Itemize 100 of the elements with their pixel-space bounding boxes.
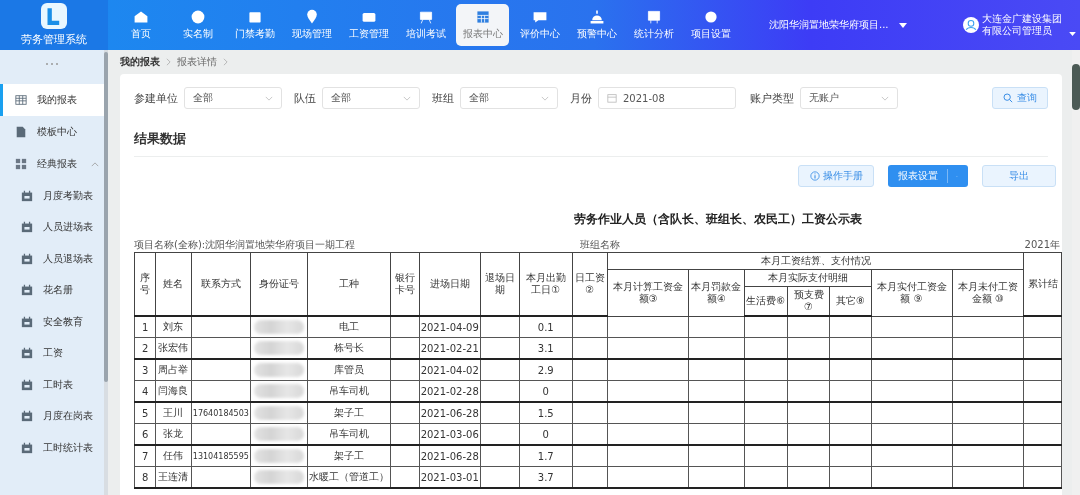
scrollbar-thumb[interactable]: [1072, 64, 1080, 110]
table-cell: 2021-03-06: [419, 423, 481, 445]
table-cell: 2021-03-01: [419, 466, 481, 488]
nav-tab[interactable]: 工资管理: [342, 4, 395, 46]
calendar-icon: [21, 441, 33, 454]
table-cell: 17640184503: [191, 402, 251, 424]
column-header: 进场日期: [419, 252, 481, 316]
table-cell: 2.9: [519, 359, 573, 381]
table-cell: 王川: [155, 402, 192, 424]
column-header: 本月出勤工日①: [519, 252, 573, 316]
table-cell: 张宏伟: [155, 337, 192, 359]
table-cell: 2021-04-02: [419, 359, 481, 381]
table-cell: 8: [134, 466, 156, 488]
user-name[interactable]: 大连金广建设集团有限公司管理员: [982, 13, 1066, 37]
table-cell: 架子工: [307, 445, 391, 467]
blurred-id: [253, 363, 305, 377]
sidebar-item[interactable]: 工时统计表: [0, 432, 104, 464]
sidebar-item[interactable]: 工资: [0, 337, 104, 369]
nav-tab[interactable]: 评价中心: [513, 4, 566, 46]
blurred-id: [253, 341, 305, 355]
table-cell: 6: [134, 423, 156, 445]
sidebar-item[interactable]: 安全教育: [0, 306, 104, 338]
table-cell: 闫海良: [155, 380, 192, 402]
easel-icon: [417, 9, 434, 25]
section-title: 结果数据: [134, 130, 1048, 157]
calendar-icon: [21, 221, 33, 234]
nav-tab[interactable]: 门禁考勤: [228, 4, 281, 46]
table-cell: 水暖工（管道工）: [307, 466, 391, 488]
filter-label: 月份: [570, 90, 592, 106]
nav-tab[interactable]: 报表中心: [456, 4, 509, 46]
blurred-id: [253, 470, 305, 484]
table-cell: 2021-06-28: [419, 402, 481, 424]
select-field[interactable]: 全部: [460, 87, 558, 109]
table-cell: 2021-04-09: [419, 316, 481, 338]
sidebar-item[interactable]: 人员退场表: [0, 243, 104, 275]
column-header: 本月实付工资金额 ⑨: [871, 269, 952, 316]
filter-label: 账户类型: [750, 90, 794, 106]
select-field[interactable]: 全部: [322, 87, 420, 109]
column-header: 银行卡号: [390, 252, 420, 316]
filter-label: 队伍: [294, 90, 316, 106]
table-cell: 2: [134, 337, 156, 359]
nav-tab[interactable]: 首页: [114, 4, 167, 46]
blurred-id: [253, 449, 305, 463]
table-cell: 3.1: [519, 337, 573, 359]
caret-icon: [898, 22, 907, 28]
table-cell: 王连清: [155, 466, 192, 488]
calendar-icon: [21, 189, 33, 202]
blurred-id: [253, 427, 305, 441]
nav-tab[interactable]: 项目设置: [684, 4, 737, 46]
column-header: 本月罚款金额④: [688, 269, 745, 316]
column-header: 姓名: [155, 252, 192, 316]
column-header: 累计结: [1023, 252, 1062, 316]
column-header: 本月实际支付明细: [744, 269, 872, 287]
blurred-id: [253, 384, 305, 398]
sidebar-item[interactable]: 花名册: [0, 274, 104, 306]
nav-tab[interactable]: 培训考试: [399, 4, 452, 46]
table-cell: 2021-06-28: [419, 445, 481, 467]
sidebar-item[interactable]: 月度在岗表: [0, 400, 104, 432]
select-field[interactable]: 无账户: [800, 87, 898, 109]
table-cell: 0: [519, 380, 573, 402]
scrollbar[interactable]: [104, 52, 108, 382]
column-header: 身份证号: [250, 252, 308, 316]
chevron-right-icon: [223, 58, 228, 66]
nav-tab[interactable]: 预警中心: [570, 4, 623, 46]
sidebar-item[interactable]: 人员进场表: [0, 211, 104, 243]
column-header: 序号: [134, 252, 156, 316]
caret-icon[interactable]: [1069, 32, 1076, 36]
project-name: 项目名称(全称):沈阳华润置地荣华府项目一期工程: [134, 238, 357, 252]
nav-tab[interactable]: 实名制: [171, 4, 224, 46]
table-cell: 库管员: [307, 359, 391, 381]
nav-tab[interactable]: 现场管理: [285, 4, 338, 46]
nav-tab[interactable]: 统计分析: [627, 4, 680, 46]
sidebar-item[interactable]: 工时表: [0, 369, 104, 401]
table-cell: 2021-02-21: [419, 337, 481, 359]
table-cell: 7: [134, 445, 156, 467]
table-cell: 栋号长: [307, 337, 391, 359]
sidebar-item[interactable]: 月度考勤表: [0, 180, 104, 212]
column-header: 日工资②: [572, 252, 608, 316]
breadcrumb-link[interactable]: 报表详情: [177, 55, 217, 69]
team-label: 班组名称: [580, 238, 620, 252]
calendar-icon: [21, 347, 33, 360]
table-cell: 吊车司机: [307, 380, 391, 402]
column-header: 本月计算工资金额③: [607, 269, 689, 316]
project-selector[interactable]: 沈阳华润置地荣华府项目...: [769, 0, 915, 50]
table-cell: 电工: [307, 316, 391, 338]
breadcrumb-link[interactable]: 我的报表: [120, 55, 160, 69]
year-label: 2021年: [1024, 238, 1060, 252]
sidebar-item[interactable]: 我的报表: [0, 84, 104, 116]
avatar-icon[interactable]: [963, 17, 979, 33]
table-cell: 0.1: [519, 316, 573, 338]
sidebar-item[interactable]: 经典报表: [0, 148, 104, 180]
table-cell: 架子工: [307, 402, 391, 424]
sidebar-item[interactable]: 模板中心: [0, 116, 104, 148]
table-cell: 3.7: [519, 466, 573, 488]
select-field[interactable]: 全部: [184, 87, 282, 109]
table-icon: [15, 94, 27, 106]
date-field[interactable]: 2021-08: [598, 87, 736, 109]
calendar-icon: [607, 93, 617, 103]
calendar-icon: [21, 378, 33, 391]
board-icon: [645, 9, 662, 25]
